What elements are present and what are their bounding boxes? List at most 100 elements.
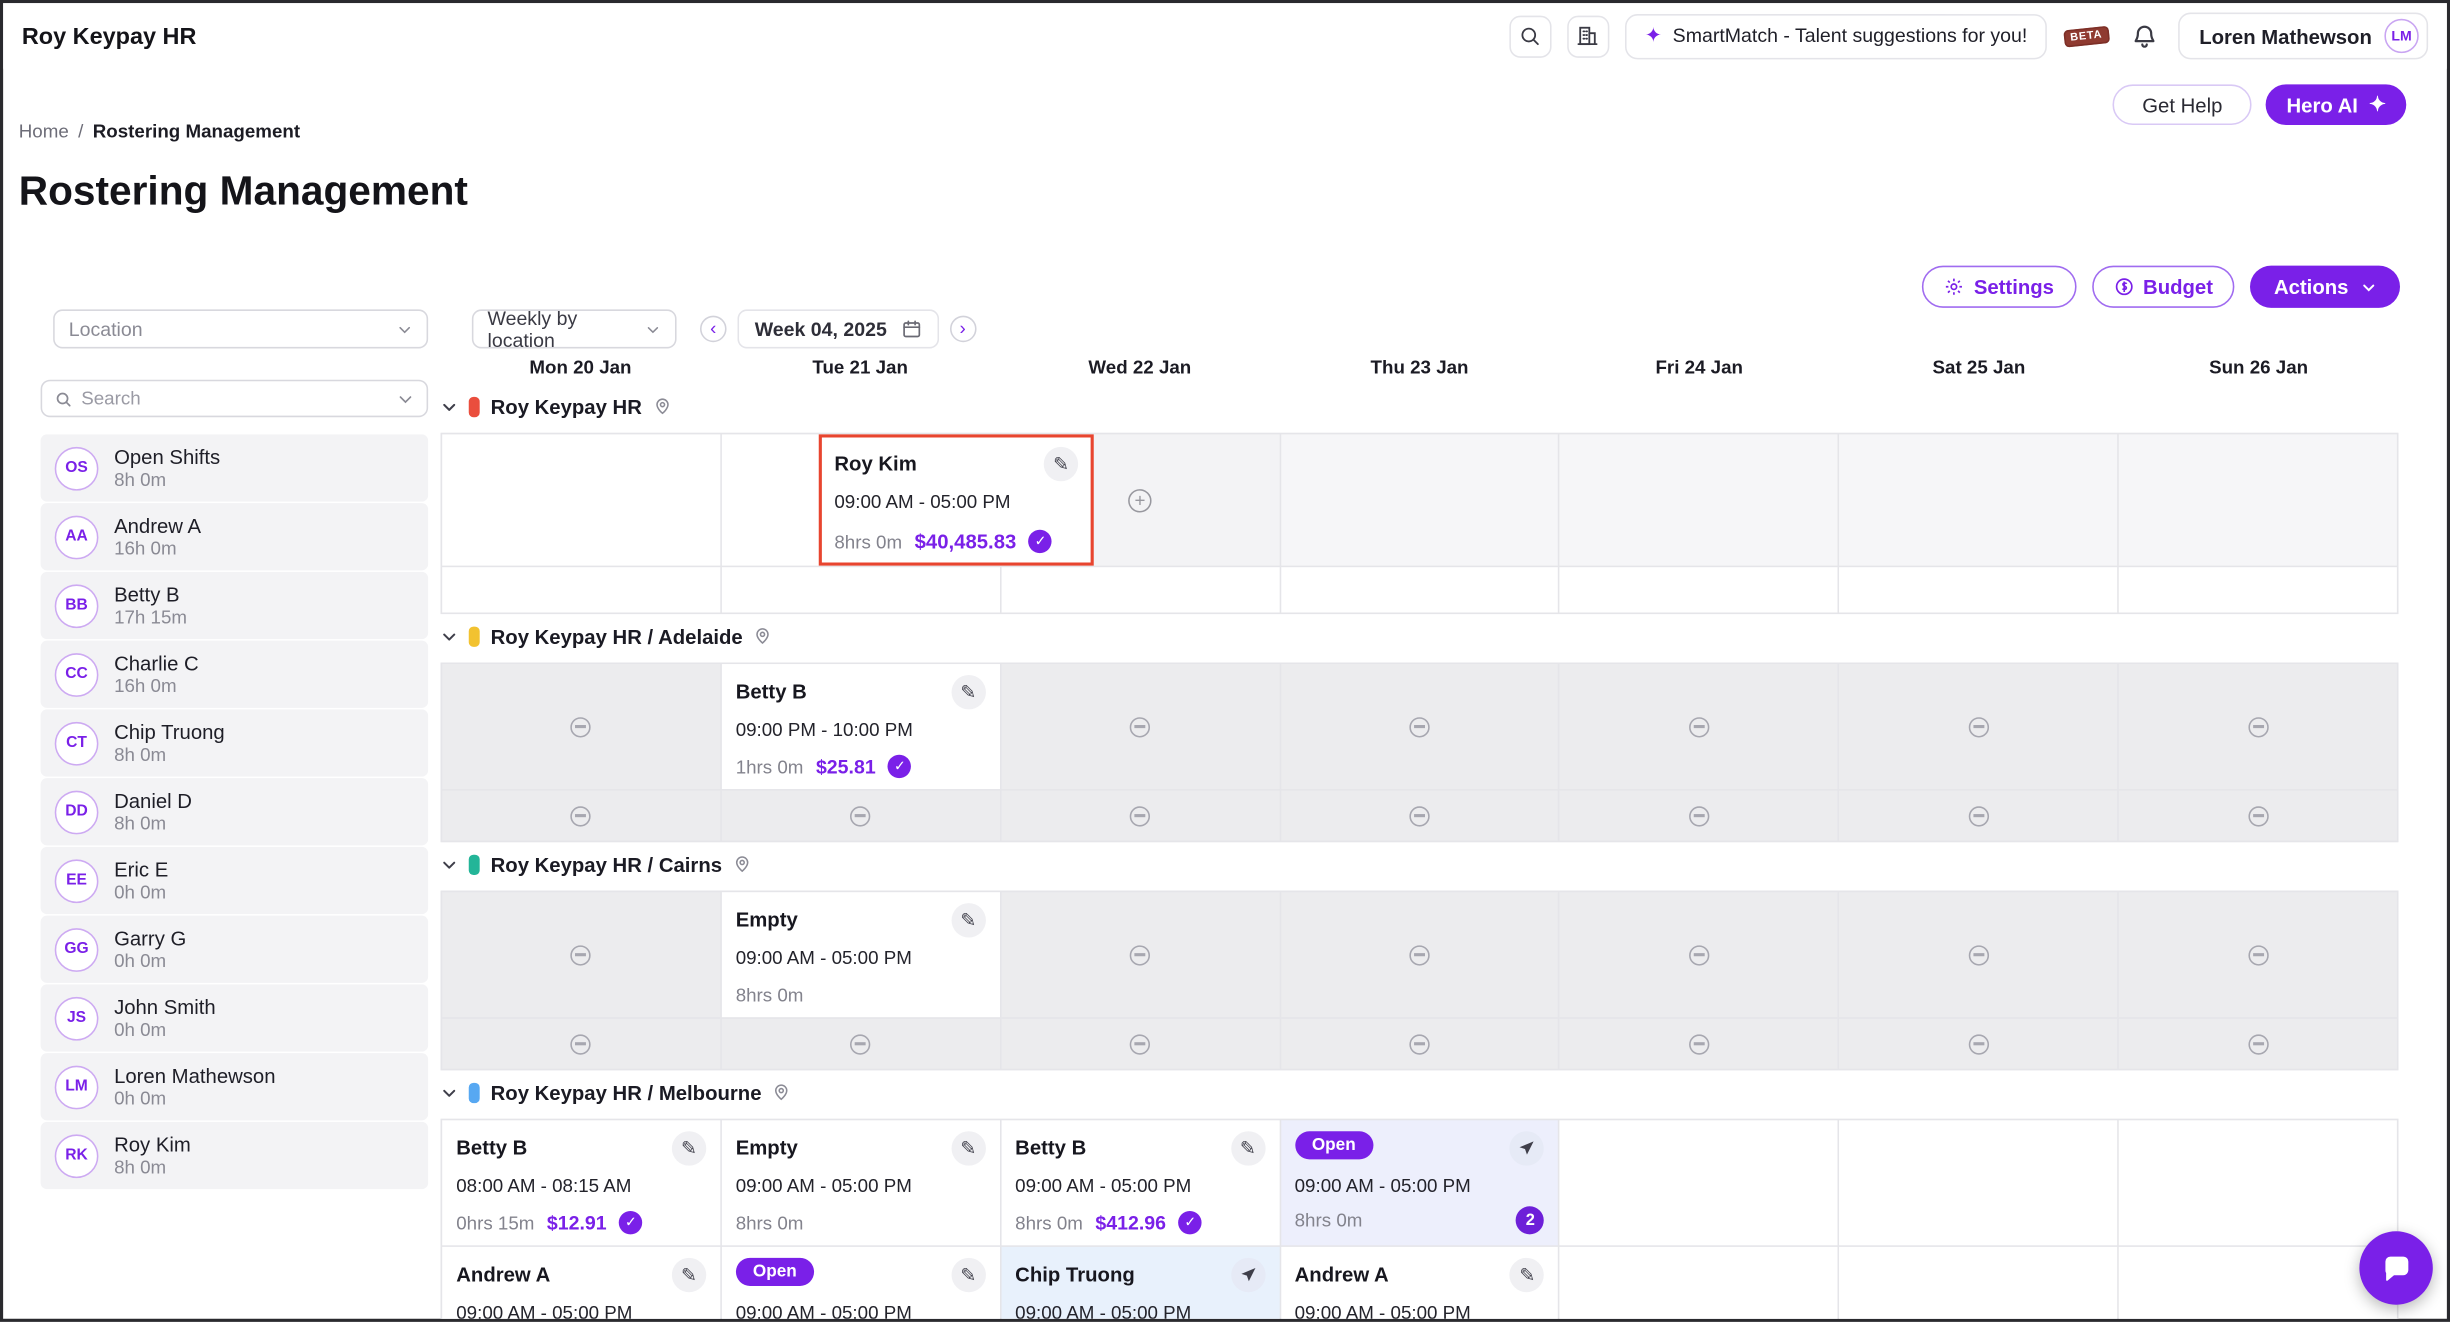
day-header: Fri 24 Jan [1559,356,1839,378]
location-filter-select[interactable]: Location [53,309,428,348]
empty-cell[interactable] [722,567,1000,612]
employee-row[interactable]: DDDaniel D8h 0m [41,778,429,845]
empty-cell[interactable] [1840,1247,2118,1322]
view-mode-select[interactable]: Weekly by location [472,309,677,348]
edit-shift-button[interactable]: ✎ [672,1131,706,1165]
no-entry-icon [1968,805,1988,825]
empty-cell[interactable] [442,567,720,612]
empty-cell[interactable] [2119,1120,2397,1245]
no-entry-icon [1409,716,1429,736]
chevron-down-icon[interactable] [441,1084,458,1101]
next-week-button[interactable]: › [949,316,976,343]
previous-week-button[interactable]: ‹ [700,316,727,343]
employee-search[interactable] [41,380,429,418]
empty-cell[interactable] [1560,567,1838,612]
edit-shift-button[interactable]: ✎ [1510,1258,1544,1292]
shift-card[interactable]: Andrew A✎09:00 AM - 05:00 PM [442,1247,720,1322]
publish-shift-button[interactable] [1231,1258,1265,1292]
employee-row[interactable]: CTChip Truong8h 0m [41,709,429,776]
edit-shift-button[interactable]: ✎ [672,1258,706,1292]
week-picker[interactable]: Week 04, 2025 [738,309,939,348]
employee-row[interactable]: BBBetty B17h 15m [41,572,429,639]
edit-shift-button[interactable]: ✎ [951,1131,985,1165]
shift-card[interactable]: Betty B✎09:00 PM - 10:00 PM1hrs 0m$25.81… [722,664,1000,789]
user-menu[interactable]: Loren Mathewson LM [2179,13,2428,60]
gear-icon [1944,277,1964,297]
edit-shift-button[interactable]: ✎ [951,1258,985,1292]
hero-ai-button[interactable]: Hero AI ✦ [2266,84,2406,125]
chat-launcher-button[interactable] [2359,1231,2432,1304]
notifications-button[interactable] [2126,15,2164,57]
employee-row[interactable]: AAAndrew A16h 0m [41,503,429,570]
chevron-down-icon [646,321,661,337]
publish-shift-button[interactable] [1510,1131,1544,1165]
no-entry-icon [1130,945,1150,965]
group-header[interactable]: Roy Keypay HR / Cairns [441,852,2399,877]
edit-shift-button[interactable]: ✎ [951,903,985,937]
shift-card[interactable]: Empty✎09:00 AM - 05:00 PM8hrs 0m [722,892,1000,1017]
employee-row[interactable]: EEEric E0h 0m [41,847,429,914]
employee-row[interactable]: JSJohn Smith0h 0m [41,984,429,1051]
group-header[interactable]: Roy Keypay HR [441,394,2399,419]
empty-cell[interactable] [2119,434,2397,565]
shift-employee-name: Chip Truong [1015,1258,1135,1286]
chevron-down-icon[interactable] [441,627,458,644]
smartmatch-button[interactable]: ✦ SmartMatch - Talent suggestions for yo… [1624,13,2047,58]
empty-cell[interactable] [1560,1120,1838,1245]
unavailable-cell [1281,1019,1559,1069]
budget-button[interactable]: Budget [2091,266,2234,308]
open-shift-card[interactable]: Open09:00 AM - 05:00 PM8hrs 0m2 [1281,1120,1559,1245]
group-name: Roy Keypay HR / Cairns [491,852,722,875]
employee-avatar: LM [55,1065,99,1109]
unavailable-cell [2119,664,2397,789]
empty-cell[interactable] [1001,567,1279,612]
search-input[interactable] [81,388,387,410]
empty-cell[interactable] [442,434,720,565]
group-header[interactable]: Roy Keypay HR / Melbourne [441,1080,2399,1105]
empty-cell[interactable] [1840,1120,2118,1245]
organisation-button[interactable] [1567,15,1609,57]
empty-cell[interactable] [1560,434,1838,565]
shift-card[interactable]: Betty B✎09:00 AM - 05:00 PM8hrs 0m$412.9… [1001,1120,1279,1245]
add-shift-icon[interactable]: + [1128,488,1151,511]
open-shift-card[interactable]: Open✎09:00 AM - 05:00 PM [722,1247,1000,1322]
roster-grid: Roy Keypay HR + Roy Keypay HR / Adelaide Be… [441,394,2399,1322]
edit-shift-button[interactable]: ✎ [1231,1131,1265,1165]
view-mode-value: Weekly by location [488,307,646,351]
employee-row[interactable]: LMLoren Mathewson0h 0m [41,1053,429,1120]
chevron-down-icon[interactable] [441,855,458,872]
chevron-down-icon [397,321,413,337]
empty-cell[interactable] [1840,567,2118,612]
employee-row[interactable]: RKRoy Kim8h 0m [41,1122,429,1189]
user-name: Loren Mathewson [2199,24,2372,47]
shift-card[interactable]: Betty B✎08:00 AM - 08:15 AM0hrs 15m$12.9… [442,1120,720,1245]
chevron-down-icon[interactable] [441,398,458,415]
empty-cell[interactable] [2119,567,2397,612]
group-color-pin [469,1082,480,1102]
group-header[interactable]: Roy Keypay HR / Adelaide [441,623,2399,648]
shift-card[interactable]: Chip Truong09:00 AM - 05:00 PM [1001,1247,1279,1322]
edit-shift-button[interactable]: ✎ [951,675,985,709]
edit-shift-button[interactable]: ✎ [1044,447,1078,481]
employee-row[interactable]: OSOpen Shifts8h 0m [41,434,429,501]
settings-button[interactable]: Settings [1922,266,2076,308]
empty-cell[interactable] [1560,1247,1838,1322]
shift-card[interactable]: Empty✎09:00 AM - 05:00 PM8hrs 0m [722,1120,1000,1245]
highlighted-shift-card[interactable]: Roy Kim ✎ 09:00 AM - 05:00 PM 8hrs 0m $4… [819,434,1094,565]
shift-time: 09:00 AM - 05:00 PM [736,1302,986,1322]
unavailable-cell [2119,1019,2397,1069]
search-button[interactable] [1509,15,1551,57]
shift-card[interactable]: Andrew A✎09:00 AM - 05:00 PM [1281,1247,1559,1322]
empty-cell[interactable] [1840,434,2118,565]
beta-feature-button[interactable]: BETA [2063,15,2110,57]
breadcrumb-home-link[interactable]: Home [19,120,69,142]
empty-cell[interactable] [2119,1247,2397,1322]
get-help-button[interactable]: Get Help [2113,84,2253,125]
employee-avatar: CT [55,721,99,765]
empty-cell[interactable] [1281,434,1559,565]
employee-row[interactable]: GGGarry G0h 0m [41,916,429,983]
employee-row[interactable]: CCCharlie C16h 0m [41,641,429,708]
empty-cell[interactable] [1281,567,1559,612]
actions-button[interactable]: Actions [2251,266,2400,308]
bell-icon [2131,23,2158,50]
